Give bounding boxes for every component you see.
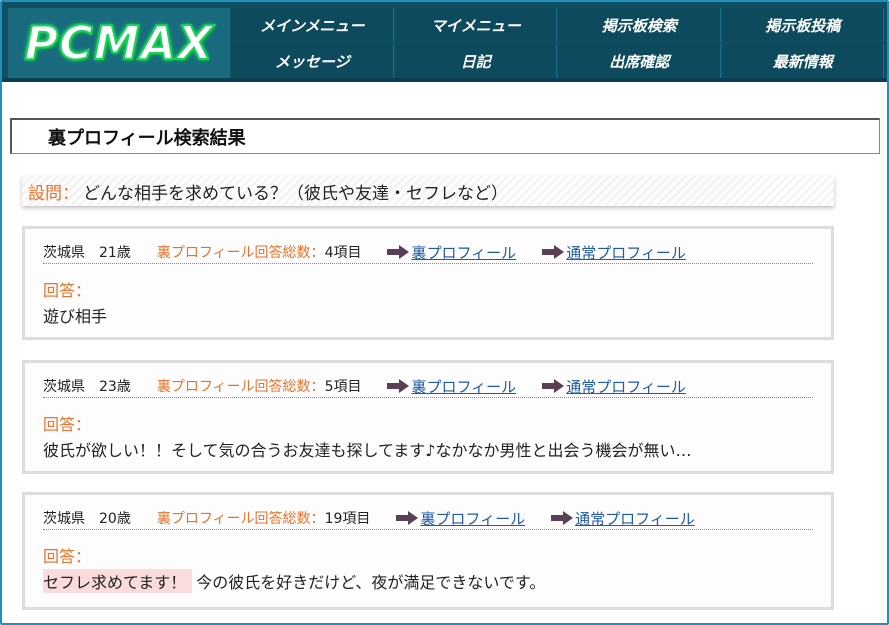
page-frame: PCMAX メインメニュー マイメニュー 掲示板検索 掲示板投稿 メッセージ 日… [0,0,889,625]
prefecture: 茨城県 [43,379,85,395]
site-header: PCMAX メインメニュー マイメニュー 掲示板検索 掲示板投稿 メッセージ 日… [2,2,887,82]
normal-profile-link-text[interactable]: 通常プロフィール [566,376,686,397]
answer-label: 回答： [43,281,92,300]
nav-message[interactable]: メッセージ [232,44,394,78]
answer-count-label: 裏プロフィール回答総数： [156,511,325,527]
answer-count: 5項目 [324,379,362,395]
ura-profile-link[interactable]: 裏プロフィール [387,376,516,397]
result-meta: 茨城県 20歳 裏プロフィール回答総数： 19項目 裏プロフィール 通常プロフィ… [43,507,813,530]
ura-profile-link-text[interactable]: 裏プロフィール [420,508,525,529]
prefecture: 茨城県 [43,511,85,527]
page-title: 裏プロフィール検索結果 [48,127,246,149]
normal-profile-link[interactable]: 通常プロフィール [551,508,695,529]
logo[interactable]: PCMAX [8,8,230,78]
answer-highlight: セフレ求めてます！ [43,569,193,593]
normal-profile-link-text[interactable]: 通常プロフィール [566,242,686,263]
arrow-right-icon [551,511,574,525]
ura-profile-link-text[interactable]: 裏プロフィール [411,242,516,263]
arrow-right-icon [387,379,410,393]
result-card: 茨城県 23歳 裏プロフィール回答総数： 5項目 裏プロフィール 通常プロフィー… [22,360,834,474]
ura-profile-link[interactable]: 裏プロフィール [387,242,516,263]
prefecture: 茨城県 [43,245,85,261]
nav-board-post[interactable]: 掲示板投稿 [722,8,884,42]
arrow-right-icon [396,511,419,525]
answer-body: 彼氏が欲しい！！そして気の合うお友達も探してます♪なかなか男性と出会う機会が無い… [43,441,692,460]
nav-main-menu[interactable]: メインメニュー [232,8,394,42]
nav-my-menu[interactable]: マイメニュー [395,8,557,42]
answer-text: 遊び相手 [43,303,817,327]
answer-count-label: 裏プロフィール回答総数： [156,379,325,395]
ura-profile-link[interactable]: 裏プロフィール [396,508,525,529]
nav-board-search[interactable]: 掲示板検索 [559,8,721,42]
answer-count: 4項目 [324,245,362,261]
answer-count-label: 裏プロフィール回答総数： [156,245,325,261]
arrow-right-icon [542,379,565,393]
answer-text: セフレ求めてます！ 今の彼氏を好きだけど、夜が満足できないです。 [43,569,817,593]
answer-label: 回答： [43,547,92,566]
normal-profile-link-text[interactable]: 通常プロフィール [575,508,695,529]
question-banner: 設問： どんな相手を求めている？（彼氏や友達・セフレなど） [22,176,834,206]
answer-count: 19項目 [324,511,371,527]
result-meta: 茨城県 23歳 裏プロフィール回答総数： 5項目 裏プロフィール 通常プロフィー… [43,375,813,398]
ura-profile-link-text[interactable]: 裏プロフィール [411,376,516,397]
answer-label: 回答： [43,415,92,434]
header-divider [2,78,887,82]
age: 23歳 [99,379,131,395]
nav-diary[interactable]: 日記 [395,44,557,78]
normal-profile-link[interactable]: 通常プロフィール [542,242,686,263]
result-card: 茨城県 21歳 裏プロフィール回答総数： 4項目 裏プロフィール 通常プロフィー… [22,226,834,340]
result-card: 茨城県 20歳 裏プロフィール回答総数： 19項目 裏プロフィール 通常プロフィ… [22,492,834,610]
page-title-box: 裏プロフィール検索結果 [10,118,880,154]
nav-latest-info[interactable]: 最新情報 [722,44,884,78]
age: 20歳 [99,511,131,527]
answer-body: 今の彼氏を好きだけど、夜が満足できないです。 [196,573,546,592]
arrow-right-icon [387,245,410,259]
nav-attendance[interactable]: 出席確認 [559,44,721,78]
question-label: 設問： [28,183,79,204]
answer-text: 彼氏が欲しい！！そして気の合うお友達も探してます♪なかなか男性と出会う機会が無い… [43,437,817,461]
answer-body: 遊び相手 [43,307,108,326]
age: 21歳 [99,245,131,261]
arrow-right-icon [542,245,565,259]
main-nav: メインメニュー マイメニュー 掲示板検索 掲示板投稿 メッセージ 日記 出席確認… [232,8,884,78]
result-meta: 茨城県 21歳 裏プロフィール回答総数： 4項目 裏プロフィール 通常プロフィー… [43,241,813,264]
logo-text: PCMAX [23,15,214,71]
question-text: どんな相手を求めている？（彼氏や友達・セフレなど） [83,183,508,204]
normal-profile-link[interactable]: 通常プロフィール [542,376,686,397]
